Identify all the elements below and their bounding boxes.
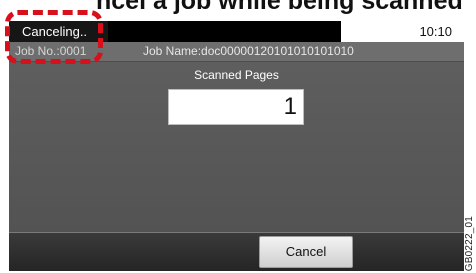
- main-area: Scanned Pages 1: [9, 62, 464, 232]
- job-name: Job Name:doc00000120101010101010: [143, 44, 354, 58]
- status-bar: Canceling.. 10:10: [9, 21, 464, 42]
- cropped-heading: ncel a job while being scanned: [96, 0, 463, 15]
- cancel-button[interactable]: Cancel: [259, 236, 353, 268]
- status-black-bar: [108, 21, 341, 42]
- job-number: Job No.:0001: [15, 44, 87, 58]
- figure-id: GB0222_01: [464, 215, 475, 271]
- bottom-bar: Cancel: [9, 232, 464, 271]
- status-time: 10:10: [419, 24, 452, 39]
- scanned-pages-label: Scanned Pages: [194, 68, 279, 82]
- scanned-pages-value: 1: [168, 89, 304, 125]
- status-message: Canceling..: [9, 21, 108, 42]
- operation-panel-screen: Canceling.. 10:10 Job No.:0001 Job Name:…: [9, 21, 464, 271]
- job-info-bar: Job No.:0001 Job Name:doc000001201010101…: [9, 42, 464, 62]
